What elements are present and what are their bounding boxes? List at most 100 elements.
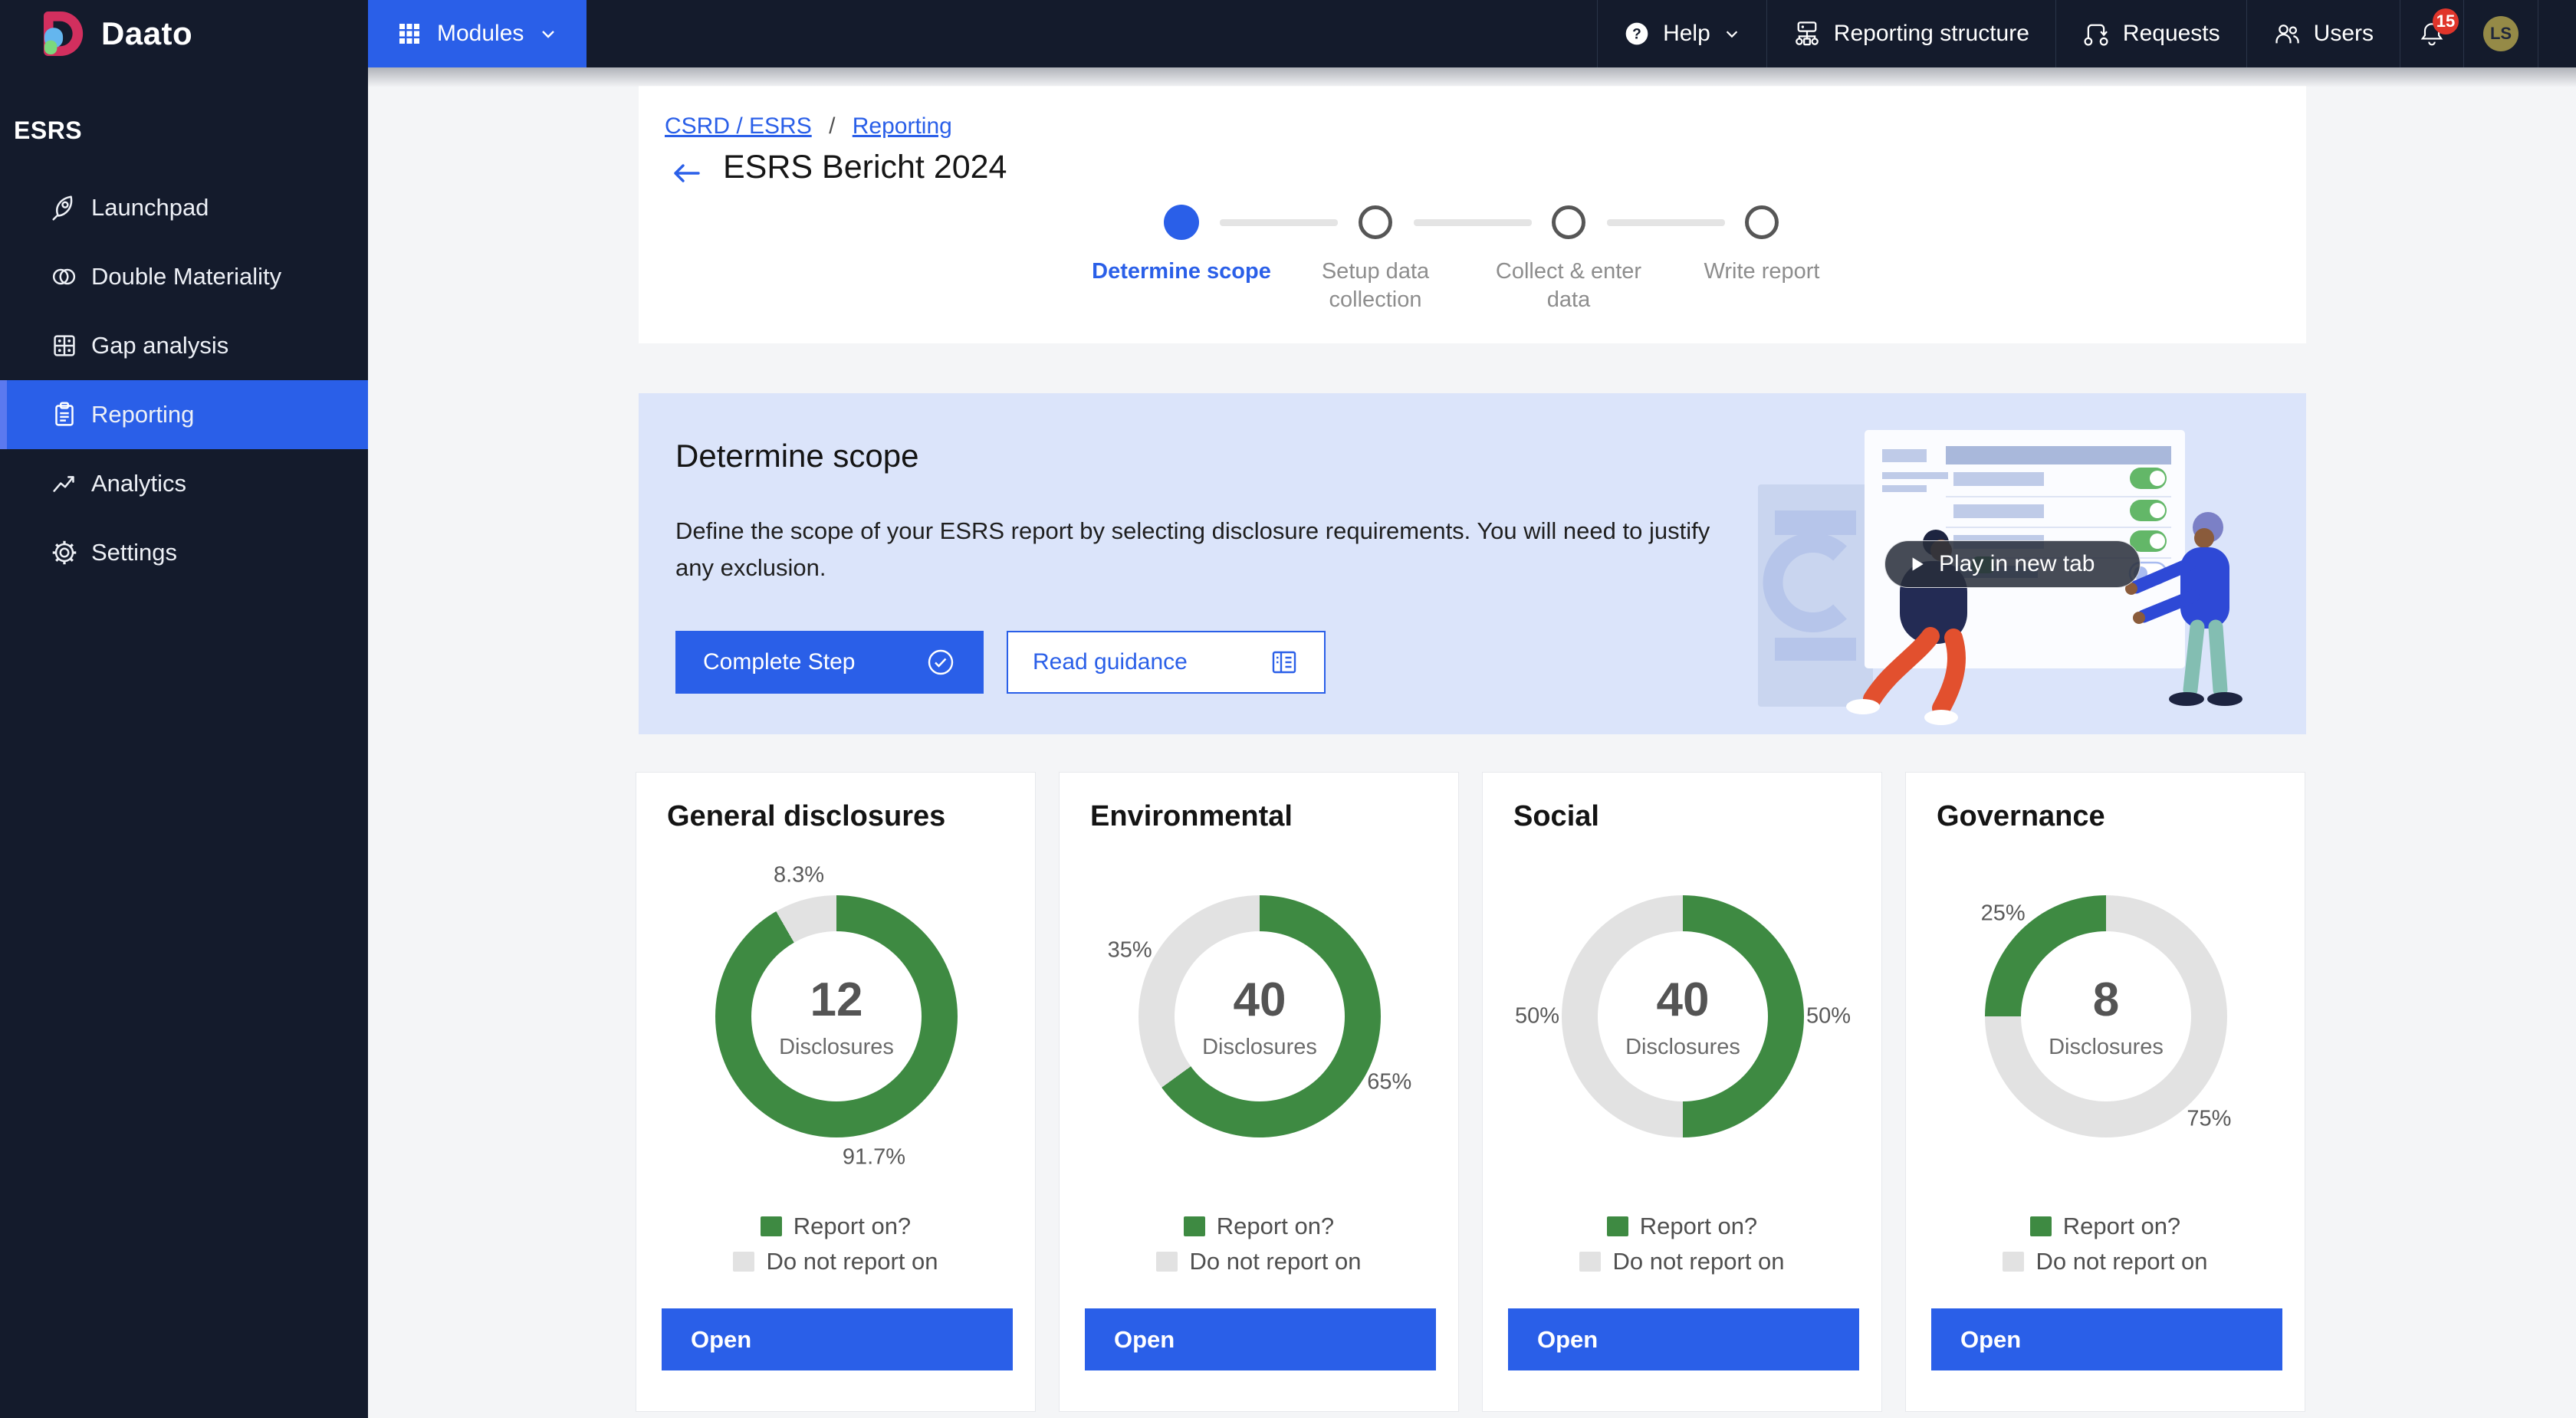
legend-label: Report on? <box>1640 1213 1757 1240</box>
donut-area: 40 Disclosures 50% 50% <box>1483 773 1883 1202</box>
donut-area: 12 Disclosures 91.7%8.3% <box>636 773 1037 1202</box>
step-circle-collect-enter-data[interactable] <box>1552 205 1585 239</box>
sidebar-item-label: Settings <box>91 539 177 566</box>
slice-percent-label: 50% <box>1515 1004 1559 1029</box>
complete-step-button[interactable]: Complete Step <box>675 631 984 694</box>
requests-button[interactable]: Requests <box>2055 0 2246 67</box>
help-menu[interactable]: ? Help <box>1597 0 1766 67</box>
legend: Report on? Do not report on <box>1060 1213 1458 1275</box>
modules-button[interactable]: Modules <box>368 0 586 67</box>
sidebar-section-label: ESRS <box>14 117 368 145</box>
legend-item[interactable]: Do not report on <box>1156 1248 1361 1275</box>
sidebar-item-settings[interactable]: Settings <box>0 518 368 587</box>
sidebar-item-gap-analysis[interactable]: Gap analysis <box>0 311 368 380</box>
step-label: Determine scope <box>1089 258 1273 286</box>
sidebar-item-label: Launchpad <box>91 194 209 222</box>
donut-center-label: Disclosures <box>2049 1035 2164 1060</box>
legend-item[interactable]: Report on? <box>1184 1213 1334 1240</box>
gear-icon <box>48 536 81 569</box>
check-circle-icon <box>925 647 956 678</box>
sidebar-item-launchpad[interactable]: Launchpad <box>0 173 368 242</box>
play-in-new-tab-button[interactable]: Play in new tab <box>1884 540 2141 588</box>
legend-item[interactable]: Do not report on <box>733 1248 938 1275</box>
determine-scope-panel: Determine scope Define the scope of your… <box>639 393 2306 734</box>
open-button[interactable]: Open <box>662 1308 1013 1370</box>
users-icon <box>2273 20 2301 48</box>
legend-label: Report on? <box>794 1213 911 1240</box>
main-content: CSRD / ESRS / Reporting ESRS Bericht 202… <box>368 67 2576 1418</box>
step-circle-write-report[interactable] <box>1745 205 1779 239</box>
legend-label: Report on? <box>2063 1213 2180 1240</box>
read-guidance-label: Read guidance <box>1033 649 1188 675</box>
read-guidance-button[interactable]: Read guidance <box>1007 631 1326 694</box>
open-button[interactable]: Open <box>1508 1308 1859 1370</box>
app-root: Daato Modules ? Help <box>0 0 2576 1418</box>
breadcrumb-separator: / <box>829 113 835 139</box>
donut-center-value: 12 <box>810 973 863 1027</box>
slice-percent-label: 91.7% <box>843 1144 905 1170</box>
topbar-spacer <box>586 0 1597 67</box>
sidebar-item-analytics[interactable]: Analytics <box>0 449 368 518</box>
legend-swatch <box>1607 1216 1628 1236</box>
step-connector <box>1414 219 1532 226</box>
daato-logo-icon <box>43 10 86 57</box>
donut-center: 40 Disclosures <box>1562 895 1804 1137</box>
legend-swatch <box>1579 1252 1601 1272</box>
legend-swatch <box>761 1216 782 1236</box>
chevron-down-icon <box>539 25 557 43</box>
legend-item[interactable]: Report on? <box>1607 1213 1757 1240</box>
reporting-structure-button[interactable]: Reporting structure <box>1766 0 2055 67</box>
legend-item[interactable]: Do not report on <box>2003 1248 2207 1275</box>
legend-swatch <box>2030 1216 2052 1236</box>
breadcrumb-link-csrd-esrs[interactable]: CSRD / ESRS <box>665 113 812 139</box>
complete-step-label: Complete Step <box>703 649 855 675</box>
sidebar-item-reporting[interactable]: Reporting <box>0 380 368 449</box>
reporting-structure-label: Reporting structure <box>1834 21 2029 47</box>
step-circle-determine-scope[interactable] <box>1164 205 1199 240</box>
scope-panel-description: Define the scope of your ESRS report by … <box>675 513 1741 586</box>
scope-panel-title: Determine scope <box>675 438 918 474</box>
notifications-button[interactable]: 15 <box>2400 0 2463 67</box>
legend-item[interactable]: Report on? <box>761 1213 911 1240</box>
legend-swatch <box>1156 1252 1178 1272</box>
sidebar-item-double-materiality[interactable]: Double Materiality <box>0 242 368 311</box>
topbar-right: ? Help Reporting structure <box>1597 0 2576 67</box>
step-circle-setup-data-collection[interactable] <box>1359 205 1392 239</box>
svg-text:?: ? <box>1632 26 1641 42</box>
open-button[interactable]: Open <box>1931 1308 2282 1370</box>
legend-item[interactable]: Report on? <box>2030 1213 2180 1240</box>
breadcrumb-link-reporting[interactable]: Reporting <box>853 113 952 139</box>
back-arrow-button[interactable] <box>671 161 703 189</box>
donut-center-value: 8 <box>2093 973 2119 1027</box>
notification-badge: 15 <box>2433 8 2459 34</box>
sidebar-item-label: Reporting <box>91 401 194 428</box>
legend: Report on? Do not report on <box>1483 1213 1881 1275</box>
brand-logo[interactable]: Daato <box>0 0 368 67</box>
step-label: Setup data collection <box>1283 258 1467 314</box>
donut-chart: 12 Disclosures <box>715 895 958 1137</box>
flow-arrow-icon <box>2082 20 2110 48</box>
cards-row: General disclosures 12 Disclosures 91.7%… <box>636 772 2305 1412</box>
page-title: ESRS Bericht 2024 <box>723 149 1007 186</box>
step-connector <box>1607 219 1725 226</box>
legend: Report on? Do not report on <box>636 1213 1035 1275</box>
donut-area: 40 Disclosures 65%35% <box>1060 773 1460 1202</box>
slice-percent-label: 50% <box>1806 1004 1851 1029</box>
chart-line-icon <box>48 467 81 501</box>
step-label: Write report <box>1670 258 1854 286</box>
legend-label: Do not report on <box>766 1248 938 1275</box>
legend-label: Do not report on <box>1189 1248 1361 1275</box>
donut-center-label: Disclosures <box>779 1035 894 1060</box>
open-button[interactable]: Open <box>1085 1308 1436 1370</box>
user-avatar[interactable]: LS <box>2463 0 2538 67</box>
category-card: Environmental 40 Disclosures 65%35% Repo… <box>1059 772 1459 1412</box>
breadcrumb: CSRD / ESRS / Reporting <box>665 113 952 140</box>
legend-item[interactable]: Do not report on <box>1579 1248 1784 1275</box>
users-button[interactable]: Users <box>2246 0 2400 67</box>
category-card: Governance 8 Disclosures 75%25% Report o… <box>1905 772 2305 1412</box>
topbar: Daato Modules ? Help <box>0 0 2576 67</box>
step-label: Collect & enter data <box>1477 258 1661 314</box>
legend-label: Do not report on <box>2036 1248 2207 1275</box>
grid-dots-icon <box>48 329 81 363</box>
header-section: CSRD / ESRS / Reporting ESRS Bericht 202… <box>639 86 2306 343</box>
